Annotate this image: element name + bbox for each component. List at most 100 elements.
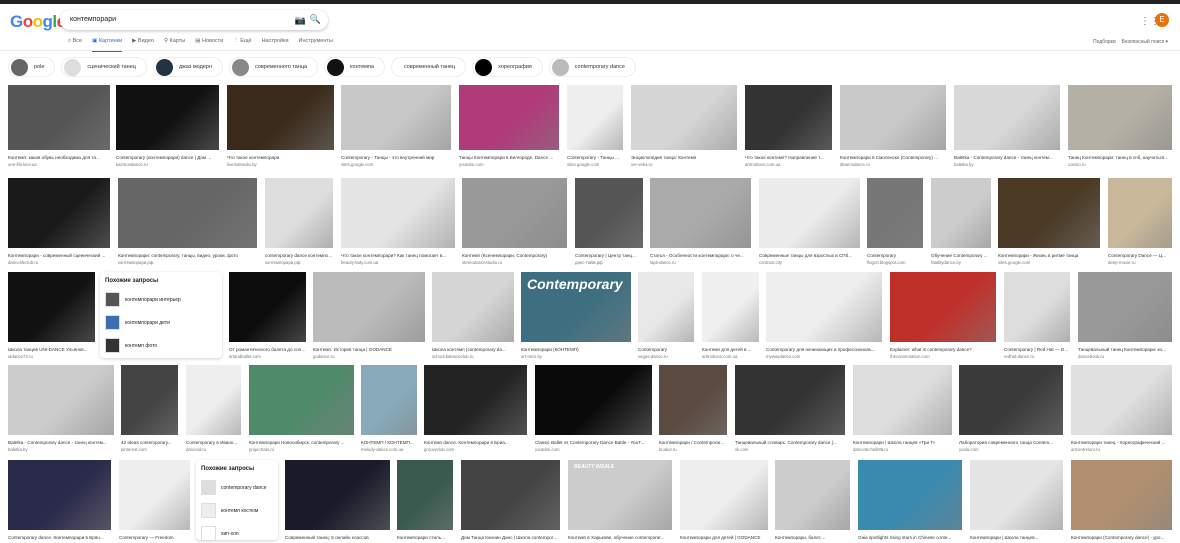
image-result[interactable]: Contemporary flogcrt.blogspot.com	[867, 178, 923, 265]
result-thumbnail[interactable]	[1068, 85, 1172, 150]
result-thumbnail[interactable]	[462, 178, 567, 248]
image-result[interactable]: Contemporary в Ивано... danceid.ru	[186, 365, 241, 452]
image-result[interactable]: Контемпорари танец - Хореографический ..…	[1071, 365, 1172, 452]
image-result[interactable]: Танцевальный словарь: Contemporary dance…	[735, 365, 845, 452]
result-thumbnail[interactable]	[931, 178, 991, 248]
result-caption[interactable]: Танцевальный словарь: Contemporary dance…	[735, 440, 845, 445]
result-thumbnail[interactable]	[285, 460, 390, 530]
image-result[interactable]: Baletka - Contemporary dance - танец кон…	[954, 85, 1060, 167]
result-caption[interactable]: 42 Ideas contemporary...	[121, 440, 178, 445]
result-thumbnail[interactable]	[998, 178, 1100, 248]
result-thumbnail[interactable]	[8, 460, 111, 530]
result-thumbnail[interactable]	[890, 272, 996, 342]
result-caption[interactable]: КОНТЕМП / КОНТЕМП...	[361, 440, 417, 445]
image-result[interactable]: Что такое контемп? Направление т... artmo…	[745, 85, 832, 167]
result-thumbnail[interactable]	[970, 460, 1063, 530]
suggestion-chip[interactable]: contemporary dance	[548, 57, 636, 77]
related-search-item[interactable]: хип-хоп	[201, 524, 273, 543]
result-thumbnail[interactable]	[8, 85, 110, 150]
image-result[interactable]: Танец Контемпорари: танец в спб, научить…	[1068, 85, 1172, 167]
result-thumbnail[interactable]	[1071, 365, 1172, 435]
image-result[interactable]: КОНТЕМП / КОНТЕМП... melody-dance.com.ua	[361, 365, 417, 452]
result-thumbnail[interactable]	[858, 460, 962, 530]
result-caption[interactable]: Contemporary	[638, 347, 694, 352]
image-result[interactable]: Статья - Особенности контемпорари: о че.…	[650, 178, 751, 265]
result-caption[interactable]: Танцевальный танец Контемпорари: ко...	[1078, 347, 1172, 352]
image-result[interactable]: Контемп (Ксенемпорари, Contemporary) ster…	[462, 178, 567, 265]
image-result[interactable]: Контемп: какая обувь необходима для та..…	[8, 85, 110, 167]
result-thumbnail[interactable]	[1108, 178, 1172, 248]
image-result[interactable]: Контемпорари стиль...	[397, 460, 453, 540]
suggestion-chip[interactable]: контемпа	[324, 57, 385, 77]
search-input[interactable]: контемпорари	[70, 16, 116, 23]
result-caption[interactable]: Контемпорари Новосибирск. contemporary .…	[249, 440, 354, 445]
result-thumbnail[interactable]	[702, 272, 759, 342]
result-thumbnail[interactable]	[659, 365, 727, 435]
image-result[interactable]: Contemporary | Red Hat — Dance... redhat-…	[1004, 272, 1070, 359]
result-thumbnail[interactable]	[775, 460, 850, 530]
suggestion-chip[interactable]: pole	[8, 57, 56, 77]
image-result[interactable]: Танцы Контемпорари в Белгороде. Dance ..…	[459, 85, 559, 167]
camera-icon[interactable]: 📷	[295, 15, 306, 26]
result-caption[interactable]: Современные танцы для взрослых в СПб...	[759, 253, 860, 258]
image-result[interactable]: Contemporary для начинающих и профессион…	[766, 272, 882, 359]
result-thumbnail[interactable]	[118, 178, 257, 248]
result-thumbnail[interactable]	[959, 365, 1063, 435]
image-result[interactable]: Contemporary - Танцы - это внутренний ми…	[341, 85, 451, 167]
result-thumbnail[interactable]	[461, 460, 560, 530]
image-result[interactable]: Контемпорари для детей | GODANCE	[680, 460, 768, 540]
suggestion-chip[interactable]: современный танец	[391, 57, 467, 77]
image-result[interactable]: Contemporary - Танцы ... sites.google.com	[567, 85, 623, 167]
result-thumbnail[interactable]	[459, 85, 559, 150]
result-caption[interactable]: Что такое контемп? Направление т...	[745, 155, 832, 160]
result-thumbnail[interactable]	[186, 365, 241, 435]
image-result[interactable]: Контемп. История танца | GODANCE godance.…	[313, 272, 425, 359]
result-caption[interactable]: Contemporary для начинающих и профессион…	[766, 347, 882, 352]
result-caption[interactable]: Танец Контемпорари: танец в спб, научить…	[1068, 155, 1172, 160]
result-caption[interactable]: Classic Ballet vs Contemporary Dance Bat…	[535, 440, 652, 445]
image-result[interactable]: Classic Ballet vs Contemporary Dance Bat…	[535, 365, 652, 452]
related-search-item[interactable]: контемп костюм	[201, 501, 273, 520]
image-result[interactable]: Дом Танца Каннин Данс | Школа contempora…	[461, 460, 560, 540]
image-result[interactable]: Contemporary vegas-dance.ru	[638, 272, 694, 359]
result-caption[interactable]: Контемпорари танец - Хореографический ..…	[1071, 440, 1172, 445]
related-search-item[interactable]: contemporary dance	[201, 478, 273, 497]
avatar[interactable]: E	[1155, 13, 1169, 27]
result-caption[interactable]: Контемп (Ксенемпорари, Contemporary)	[462, 253, 567, 258]
result-thumbnail[interactable]	[535, 365, 652, 435]
image-result[interactable]: От романтического балета до contemporary…	[229, 272, 306, 359]
result-thumbnail[interactable]	[567, 85, 623, 150]
result-caption[interactable]: Обучение Contemporary ...	[931, 253, 991, 258]
image-result[interactable]: contemporary dance контемпорари контемпор…	[265, 178, 333, 265]
image-result[interactable]: Обучение Contemporary ... fatalitydance.b…	[931, 178, 991, 265]
image-result[interactable]: Что такое контемпорари? Как танец помога…	[341, 178, 455, 265]
result-thumbnail[interactable]	[432, 272, 514, 342]
result-thumbnail[interactable]	[650, 178, 751, 248]
result-thumbnail[interactable]	[853, 365, 952, 435]
result-caption[interactable]: Baletka - Contemporary dance - танец кон…	[8, 440, 114, 445]
result-thumbnail[interactable]	[840, 85, 946, 150]
google-logo[interactable]: Google	[10, 12, 66, 32]
result-caption[interactable]: Контемп: какая обувь необходима для та..…	[8, 155, 110, 160]
result-thumbnail[interactable]	[265, 178, 333, 248]
result-caption[interactable]: Контемпорари - современный сценический .…	[8, 253, 110, 258]
image-result[interactable]: Контемпорари | Школа танцев «Три Т» dance…	[853, 365, 952, 452]
result-thumbnail[interactable]	[8, 272, 95, 342]
result-caption[interactable]: Школа контемп (contemporary da...	[432, 347, 514, 352]
image-result[interactable]: Контемпорари (Contemporary dance) - уро.…	[1071, 460, 1172, 540]
image-result[interactable]: Контемпорари, балет,...	[775, 460, 850, 540]
result-thumbnail[interactable]: Contemporary	[521, 272, 631, 342]
result-thumbnail[interactable]	[341, 85, 451, 150]
result-thumbnail[interactable]	[8, 365, 114, 435]
result-caption[interactable]: Baletka - Contemporary dance - танец кон…	[954, 155, 1060, 160]
image-result[interactable]: Baletka - Contemporary dance - танец кон…	[8, 365, 114, 452]
result-thumbnail[interactable]	[119, 460, 190, 530]
safe-search-dropdown[interactable]: Безопасный поиск ▾	[1122, 39, 1168, 45]
result-caption[interactable]: Contemporary | Red Hat — Dance...	[1004, 347, 1070, 352]
result-thumbnail[interactable]: BEAUTY INSALE	[568, 460, 672, 530]
image-result[interactable]: Что такое контемпорари livertalstudio.by	[227, 85, 334, 167]
result-thumbnail[interactable]	[745, 85, 832, 150]
result-thumbnail[interactable]	[759, 178, 860, 248]
image-result[interactable]: Contemporary (контемпорари) dance | Дом …	[116, 85, 219, 167]
image-result[interactable]: BEAUTY INSALE Контемп в Харькове, обучени…	[568, 460, 672, 540]
